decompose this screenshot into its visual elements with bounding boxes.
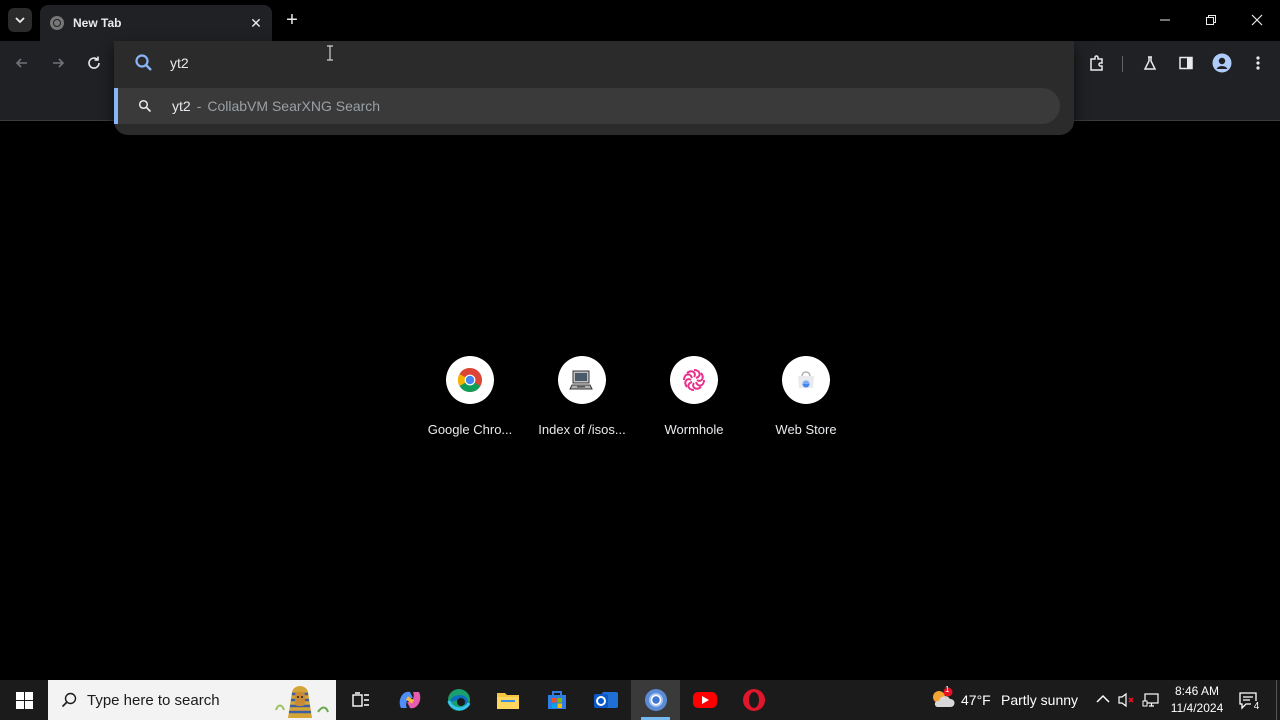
- chrome-icon: [457, 368, 482, 393]
- youtube-icon: [692, 692, 717, 708]
- extensions-button[interactable]: [1083, 49, 1111, 77]
- tab-search-button[interactable]: [8, 8, 32, 32]
- shortcut-tile: [558, 356, 606, 404]
- new-tab-button[interactable]: +: [280, 8, 304, 32]
- edge-icon: [447, 689, 470, 711]
- store-icon: [547, 691, 566, 709]
- taskbar-file-explorer[interactable]: [483, 680, 532, 720]
- shortcut-label: Index of /isos...: [538, 422, 626, 437]
- shortcut-google-chrome[interactable]: Google Chro...: [414, 356, 526, 446]
- weather-temp[interactable]: 47°F: [961, 692, 991, 708]
- restore-icon: [1206, 15, 1216, 25]
- reload-button[interactable]: [80, 49, 108, 77]
- taskbar: Type here to search 1 47°F Partly sunny …: [0, 680, 1280, 720]
- tab-strip: New Tab ✕ +: [0, 0, 1280, 41]
- shortcut-label: Web Store: [775, 422, 837, 437]
- tab-new-tab[interactable]: New Tab ✕: [40, 5, 272, 41]
- taskbar-outlook[interactable]: [581, 680, 630, 720]
- forward-arrow-icon: [53, 58, 65, 68]
- omnibox-input[interactable]: yt2: [170, 55, 189, 71]
- minimize-button[interactable]: [1142, 0, 1188, 40]
- shortcut-label: Wormhole: [664, 422, 724, 437]
- search-icon: [61, 692, 77, 708]
- clock-time[interactable]: 8:46 AM: [1170, 684, 1224, 698]
- shortcut-wormhole[interactable]: Wormhole: [638, 356, 750, 446]
- notification-count: 4: [1251, 701, 1262, 714]
- weather-partly-sunny-icon[interactable]: [929, 687, 957, 711]
- toolbar-divider: [1122, 56, 1123, 72]
- wormhole-icon: [683, 369, 705, 391]
- close-tab-button[interactable]: ✕: [246, 13, 266, 33]
- web-store-icon: [798, 371, 814, 388]
- labs-button[interactable]: [1136, 49, 1164, 77]
- avatar-icon: [1212, 53, 1232, 73]
- shortcut-index-of-isos[interactable]: Index of /isos...: [526, 356, 638, 446]
- speaker-muted-icon[interactable]: [1118, 692, 1136, 708]
- copilot-icon: [399, 691, 420, 709]
- shortcut-tile: [446, 356, 494, 404]
- shortcuts-grid: Google Chro... Index of /isos... Wormhol…: [414, 356, 866, 446]
- clock-date[interactable]: 11/4/2024: [1166, 701, 1228, 715]
- chrome-icon: [644, 689, 667, 711]
- taskbar-microsoft-store[interactable]: [532, 680, 581, 720]
- puzzle-icon: [1090, 55, 1103, 71]
- weather-condition[interactable]: Partly sunny: [1001, 692, 1078, 708]
- minimize-icon: [1160, 19, 1170, 21]
- omnibox-input-row[interactable]: yt2: [114, 41, 1074, 85]
- taskbar-search-placeholder: Type here to search: [87, 691, 220, 709]
- close-icon: [1251, 14, 1263, 26]
- weather-badge: 1: [945, 685, 950, 694]
- flask-icon: [1143, 56, 1157, 70]
- outlook-icon: [593, 692, 618, 708]
- suggestion-separator: -: [196, 98, 202, 114]
- show-desktop-button[interactable]: [1276, 680, 1277, 720]
- task-view-icon: [351, 692, 369, 707]
- profile-button[interactable]: [1208, 49, 1236, 77]
- shortcut-tile: [782, 356, 830, 404]
- omnibox-popup: yt2 yt2 - CollabVM SearXNG Search: [114, 41, 1074, 135]
- taskbar-chrome-active[interactable]: [631, 680, 680, 720]
- forward-button[interactable]: [44, 49, 72, 77]
- suggestion-engine: CollabVM SearXNG Search: [207, 98, 381, 114]
- menu-button[interactable]: [1244, 49, 1272, 77]
- computer-icon: [569, 370, 593, 390]
- pharaoh-search-highlight-icon: [275, 686, 329, 718]
- opera-icon: [742, 689, 765, 711]
- network-icon[interactable]: [1142, 692, 1160, 708]
- reload-icon: [88, 56, 100, 69]
- search-icon: [138, 99, 152, 113]
- folder-icon: [496, 693, 519, 709]
- taskbar-opera[interactable]: [729, 680, 778, 720]
- windows-logo-icon: [15, 691, 33, 709]
- restore-button[interactable]: [1188, 0, 1234, 40]
- taskbar-edge[interactable]: [434, 680, 483, 720]
- task-view-button[interactable]: [336, 680, 385, 720]
- search-icon: [135, 54, 152, 71]
- taskbar-youtube[interactable]: [680, 680, 729, 720]
- side-panel-icon: [1179, 56, 1193, 70]
- tab-title: New Tab: [73, 16, 122, 30]
- back-arrow-icon: [15, 58, 27, 68]
- shortcut-label: Google Chro...: [427, 422, 513, 437]
- side-panel-button[interactable]: [1172, 49, 1200, 77]
- chevron-down-icon: [15, 17, 25, 24]
- start-button[interactable]: [0, 680, 48, 720]
- omnibox-suggestion[interactable]: yt2 - CollabVM SearXNG Search: [114, 88, 1060, 124]
- taskbar-copilot[interactable]: [385, 680, 434, 720]
- suggestion-query: yt2: [172, 98, 191, 114]
- taskbar-search-box[interactable]: Type here to search: [48, 680, 336, 720]
- shortcut-tile: [670, 356, 718, 404]
- text-cursor-icon: [327, 45, 333, 61]
- globe-icon: [50, 16, 64, 30]
- chevron-up-icon[interactable]: [1096, 694, 1110, 704]
- back-button[interactable]: [8, 49, 36, 77]
- close-window-button[interactable]: [1234, 0, 1280, 40]
- kebab-menu-icon: [1256, 56, 1260, 70]
- shortcut-web-store[interactable]: Web Store: [750, 356, 862, 446]
